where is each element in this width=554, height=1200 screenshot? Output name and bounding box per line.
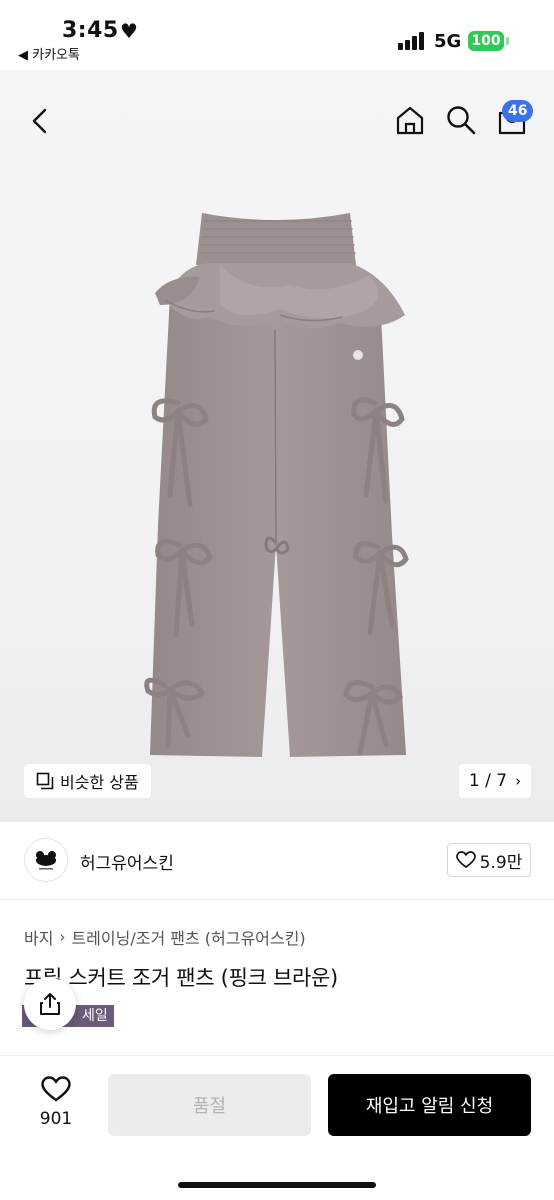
page-indicator: 1 / 7 xyxy=(468,771,508,791)
wishlist-button[interactable]: 901 xyxy=(34,1076,78,1129)
similar-products-button[interactable]: 비슷한 상품 xyxy=(24,764,151,798)
sale-tag-label: 세일 xyxy=(82,1008,108,1024)
brand-like-button[interactable]: 5.9만 xyxy=(447,843,531,877)
search-icon[interactable] xyxy=(445,104,477,136)
brand-like-count: 5.9만 xyxy=(479,852,523,873)
back-to-app-link[interactable]: ◀ 카카오톡 xyxy=(18,44,80,63)
heart-outline-icon xyxy=(41,1076,71,1102)
heart-icon: ♥ xyxy=(120,19,138,43)
brand-name[interactable]: 허그유어스킨 xyxy=(80,849,174,874)
brand-logo-icon xyxy=(35,851,57,870)
back-icon[interactable] xyxy=(26,106,56,136)
status-time: 3:45 xyxy=(62,18,119,43)
breadcrumb-item-subcategory[interactable]: 트레이닝/조거 팬츠 (허그유어스킨) xyxy=(71,925,305,949)
signal-icon xyxy=(398,32,428,50)
share-button[interactable] xyxy=(24,978,76,1030)
status-bar: 3:45 ♥ ◀ 카카오톡 5G 100 xyxy=(0,0,554,70)
soldout-button: 품절 xyxy=(108,1074,311,1136)
network-type: 5G xyxy=(434,31,462,52)
home-icon[interactable] xyxy=(394,104,426,136)
image-pager[interactable]: 1 / 7 › xyxy=(459,764,531,798)
chevron-right-icon: › xyxy=(59,928,66,946)
breadcrumb-item-category[interactable]: 바지 xyxy=(24,925,53,949)
brand-row: 허그유어스킨 5.9만 xyxy=(0,822,554,900)
battery-tip xyxy=(506,37,509,45)
breadcrumb: 바지 › 트레이닝/조거 팬츠 (허그유어스킨) xyxy=(24,925,306,949)
battery-indicator: 100 xyxy=(468,31,504,51)
chevron-right-icon: › xyxy=(515,772,522,790)
product-title: 프릴 스커트 조거 팬츠 (핑크 브라운) xyxy=(24,966,338,990)
product-photo xyxy=(144,213,409,757)
heart-outline-icon xyxy=(455,851,476,869)
copy-icon xyxy=(36,772,54,790)
restock-alert-button[interactable]: 재입고 알림 신청 xyxy=(328,1074,531,1136)
wishlist-count: 901 xyxy=(39,1109,73,1129)
similar-products-label: 비슷한 상품 xyxy=(60,773,139,792)
brand-logo[interactable] xyxy=(24,838,68,882)
home-indicator xyxy=(178,1182,376,1188)
bottom-action-bar: 901 품절 재입고 알림 신청 xyxy=(0,1055,554,1200)
share-icon xyxy=(40,993,60,1015)
cart-count-badge: 46 xyxy=(502,100,534,122)
